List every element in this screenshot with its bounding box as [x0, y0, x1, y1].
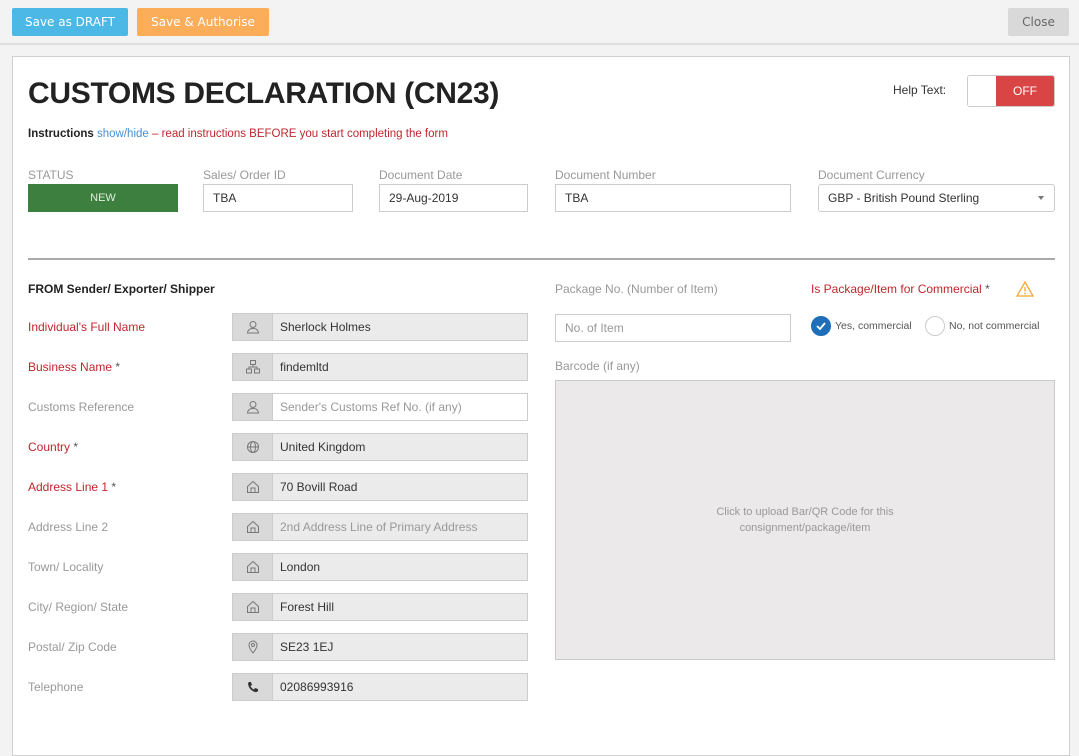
chevron-down-icon — [1038, 196, 1044, 200]
barcode-label: Barcode (if any) — [555, 359, 640, 373]
sender-field-input[interactable]: 2nd Address Line of Primary Address — [273, 514, 527, 540]
globe-icon — [233, 434, 273, 460]
radio-yes-label: Yes, commercial — [835, 320, 912, 332]
section-divider — [28, 258, 1055, 260]
document-number-input[interactable]: TBA — [555, 184, 791, 212]
barcode-upload-text: Click to upload Bar/QR Code for this con… — [716, 506, 894, 534]
commercial-label-text: Is Package/Item for Commercial — [811, 282, 982, 296]
commercial-label: Is Package/Item for Commercial * — [811, 282, 990, 296]
radio-no-commercial[interactable]: No, not commercial — [925, 316, 1039, 336]
sender-field-input-group[interactable]: Forest Hill — [232, 593, 528, 621]
sender-field-input-group[interactable]: United Kingdom — [232, 433, 528, 461]
radio-no-label: No, not commercial — [949, 320, 1040, 332]
customs-declaration-form: CUSTOMS DECLARATION (CN23) Help Text: OF… — [12, 56, 1070, 756]
document-date-input[interactable]: 29-Aug-2019 — [379, 184, 528, 212]
document-currency-label: Document Currency — [818, 168, 925, 182]
field-label-text: Business Name — [28, 360, 113, 374]
sender-field-input[interactable]: 70 Bovill Road — [273, 474, 527, 500]
phone-icon — [233, 674, 273, 700]
instructions-label: Instructions — [28, 128, 94, 140]
status-badge: NEW — [28, 184, 178, 212]
sender-field-input-group[interactable]: Sender's Customs Ref No. (if any) — [232, 393, 528, 421]
sender-field-input[interactable]: Sender's Customs Ref No. (if any) — [273, 394, 527, 420]
required-star: * — [73, 440, 79, 454]
status-label: STATUS — [28, 168, 74, 182]
user-icon — [233, 314, 273, 340]
sender-field-label: Individual's Full Name — [28, 320, 145, 334]
order-id-input[interactable]: TBA — [203, 184, 353, 212]
home-icon — [233, 554, 273, 580]
help-text-label: Help Text: — [893, 83, 947, 97]
field-label-text: Town/ Locality — [28, 560, 104, 574]
required-star: * — [111, 480, 117, 494]
sender-field-input[interactable]: Sherlock Holmes — [273, 314, 527, 340]
sender-field-label: Customs Reference — [28, 400, 134, 414]
sender-field-input-group[interactable]: Sherlock Holmes — [232, 313, 528, 341]
warning-icon — [1015, 280, 1035, 302]
sender-field-input[interactable]: United Kingdom — [273, 434, 527, 460]
sender-field-label: Postal/ Zip Code — [28, 640, 117, 654]
sender-field-input-group[interactable]: London — [232, 553, 528, 581]
help-text-toggle[interactable]: OFF — [967, 75, 1055, 107]
organization-icon — [233, 354, 273, 380]
sender-field-label: Telephone — [28, 680, 83, 694]
required-star: * — [985, 282, 990, 296]
field-label-text: Address Line 1 — [28, 480, 109, 494]
field-label-text: Address Line 2 — [28, 520, 109, 534]
map-pin-icon — [233, 634, 273, 660]
user-icon — [233, 394, 273, 420]
home-icon — [233, 474, 273, 500]
sender-section-title: FROM Sender/ Exporter/ Shipper — [28, 282, 215, 296]
field-label-text: City/ Region/ State — [28, 600, 129, 614]
radio-checked-icon — [811, 316, 831, 336]
sender-field-input-group[interactable]: 2nd Address Line of Primary Address — [232, 513, 528, 541]
save-and-authorise-button[interactable]: Save & Authorise — [137, 8, 269, 36]
instructions-line: Instructions show/hide – read instructio… — [28, 128, 448, 140]
home-icon — [233, 594, 273, 620]
instructions-show-hide-link[interactable]: show/hide — [97, 128, 149, 140]
sender-field-label: Address Line 1 * — [28, 480, 116, 494]
sender-field-input-group[interactable]: findemltd — [232, 353, 528, 381]
field-label-text: Customs Reference — [28, 400, 135, 414]
sender-field-label: Address Line 2 — [28, 520, 108, 534]
package-no-label: Package No. (Number of Item) — [555, 282, 718, 296]
close-button[interactable]: Close — [1008, 8, 1069, 36]
document-date-label: Document Date — [379, 168, 463, 182]
sender-field-label: Country * — [28, 440, 78, 454]
sender-field-label: Business Name * — [28, 360, 120, 374]
sender-field-input[interactable]: findemltd — [273, 354, 527, 380]
save-as-draft-button[interactable]: Save as DRAFT — [12, 8, 128, 36]
sender-field-input[interactable]: 02086993916 — [273, 674, 527, 700]
sender-field-input[interactable]: London — [273, 554, 527, 580]
sender-field-input-group[interactable]: SE23 1EJ — [232, 633, 528, 661]
instructions-note: – read instructions BEFORE you start com… — [148, 128, 448, 140]
sender-field-label: City/ Region/ State — [28, 600, 128, 614]
home-icon — [233, 514, 273, 540]
document-currency-select[interactable]: GBP - British Pound Sterling — [818, 184, 1055, 212]
required-star: * — [115, 360, 121, 374]
field-label-text: Telephone — [28, 680, 84, 694]
field-label-text: Postal/ Zip Code — [28, 640, 117, 654]
radio-unchecked-icon — [925, 316, 945, 336]
radio-yes-commercial[interactable]: Yes, commercial — [811, 316, 912, 336]
order-id-label: Sales/ Order ID — [203, 168, 286, 182]
sender-field-input[interactable]: Forest Hill — [273, 594, 527, 620]
currency-selected-value: GBP - British Pound Sterling — [828, 191, 980, 205]
top-toolbar: Save as DRAFT Save & Authorise Close — [0, 0, 1079, 45]
sender-field-input-group[interactable]: 02086993916 — [232, 673, 528, 701]
barcode-upload-area[interactable]: Click to upload Bar/QR Code for this con… — [555, 380, 1055, 660]
package-no-input[interactable]: No. of Item — [555, 314, 791, 342]
field-label-text: Individual's Full Name — [28, 320, 146, 334]
toggle-knob — [968, 76, 996, 106]
sender-field-label: Town/ Locality — [28, 560, 103, 574]
page-title: CUSTOMS DECLARATION (CN23) — [28, 77, 500, 110]
field-label-text: Country — [28, 440, 71, 454]
sender-field-input[interactable]: SE23 1EJ — [273, 634, 527, 660]
document-number-label: Document Number — [555, 168, 656, 182]
sender-field-input-group[interactable]: 70 Bovill Road — [232, 473, 528, 501]
toggle-state: OFF — [996, 76, 1054, 106]
